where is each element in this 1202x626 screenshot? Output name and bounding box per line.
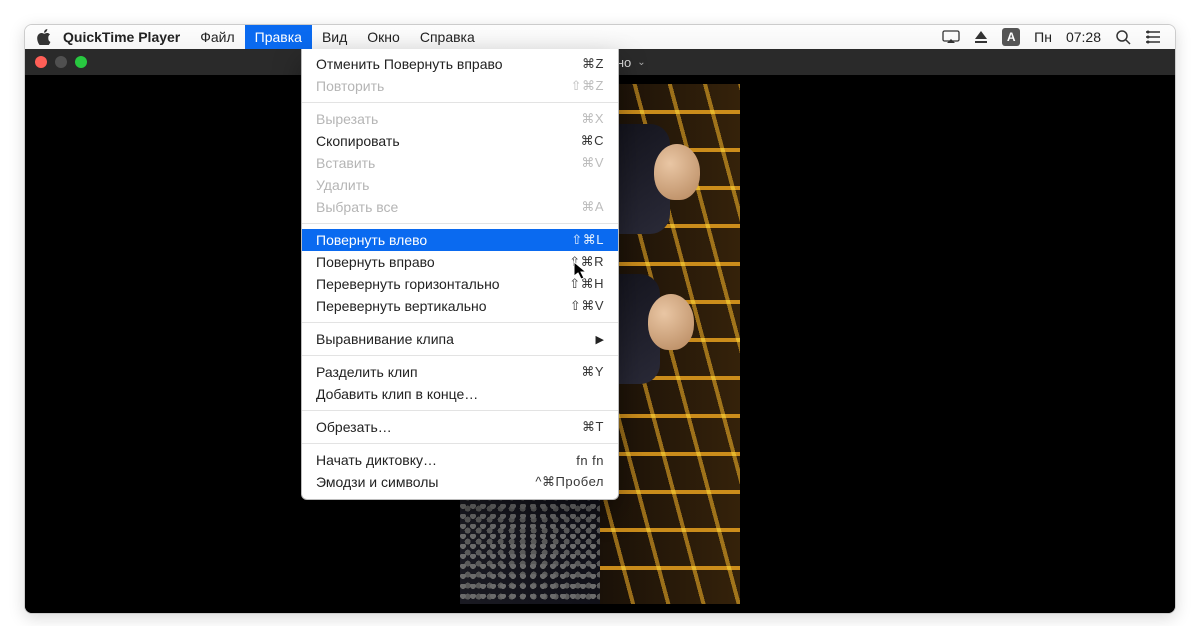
menu-item-label: Повернуть вправо xyxy=(316,254,544,270)
menu-separator xyxy=(302,443,618,444)
app-name[interactable]: QuickTime Player xyxy=(53,29,190,45)
eject-icon[interactable] xyxy=(974,30,988,44)
menu-item: Выбрать все⌘A xyxy=(302,196,618,218)
menu-item-label: Вставить xyxy=(316,155,544,171)
menu-item-label: Добавить клип в конце… xyxy=(316,386,544,402)
menu-item[interactable]: Повернуть влево⇧⌘L xyxy=(302,229,618,251)
menu-separator xyxy=(302,223,618,224)
menu-справка[interactable]: Справка xyxy=(410,25,485,49)
menu-item-shortcut: ⇧⌘L xyxy=(544,232,604,248)
notification-center-icon[interactable] xyxy=(1145,30,1161,44)
menu-item-label: Разделить клип xyxy=(316,364,544,380)
menubar-day[interactable]: Пн xyxy=(1034,29,1052,45)
airplay-icon[interactable] xyxy=(942,30,960,44)
menu-файл[interactable]: Файл xyxy=(190,25,244,49)
apple-menu-icon[interactable] xyxy=(35,29,53,45)
menu-item-shortcut: ⇧⌘V xyxy=(544,298,604,314)
menu-item-label: Начать диктовку… xyxy=(316,452,544,468)
input-source-indicator[interactable]: А xyxy=(1002,28,1020,46)
menu-item-shortcut: ⌘A xyxy=(544,199,604,215)
menu-item[interactable]: Скопировать⌘C xyxy=(302,130,618,152)
zoom-window-button[interactable] xyxy=(75,56,87,68)
close-window-button[interactable] xyxy=(35,56,47,68)
menu-правка[interactable]: Правка xyxy=(245,25,312,49)
menu-item-label: Перевернуть вертикально xyxy=(316,298,544,314)
menu-item[interactable]: Эмодзи и символы^⌘Пробел xyxy=(302,471,618,493)
menu-item-label: Отменить Повернуть вправо xyxy=(316,56,544,72)
menu-вид[interactable]: Вид xyxy=(312,25,357,49)
menu-item-shortcut: ⌘T xyxy=(544,419,604,435)
menu-item[interactable]: Повернуть вправо⇧⌘R xyxy=(302,251,618,273)
menu-item-label: Выбрать все xyxy=(316,199,544,215)
menubar-time[interactable]: 07:28 xyxy=(1066,29,1101,45)
menu-item-label: Вырезать xyxy=(316,111,544,127)
menu-окно[interactable]: Окно xyxy=(357,25,410,49)
menu-item-label: Обрезать… xyxy=(316,419,544,435)
menu-item-shortcut: ⌘Y xyxy=(544,364,604,380)
menu-item[interactable]: Отменить Повернуть вправо⌘Z xyxy=(302,53,618,75)
menu-item: Вырезать⌘X xyxy=(302,108,618,130)
menu-item-shortcut: ⌘V xyxy=(544,155,604,171)
submenu-arrow-icon: ▶ xyxy=(586,333,604,346)
menu-item[interactable]: Обрезать…⌘T xyxy=(302,416,618,438)
menu-item[interactable]: Разделить клип⌘Y xyxy=(302,361,618,383)
menu-item[interactable]: Перевернуть горизонтально⇧⌘H xyxy=(302,273,618,295)
menu-item-label: Эмодзи и символы xyxy=(316,474,535,490)
menu-item-shortcut: ⌘C xyxy=(544,133,604,149)
menu-item: Удалить xyxy=(302,174,618,196)
menu-item: Повторить⇧⌘Z xyxy=(302,75,618,97)
chevron-down-icon[interactable]: ⌄ xyxy=(637,57,645,68)
menu-separator xyxy=(302,355,618,356)
menu-item-label: Выравнивание клипа xyxy=(316,331,586,347)
menu-item-label: Удалить xyxy=(316,177,544,193)
menu-item[interactable]: Добавить клип в конце… xyxy=(302,383,618,405)
menu-item-shortcut: ^⌘Пробел xyxy=(535,474,604,490)
spotlight-icon[interactable] xyxy=(1115,29,1131,45)
menu-item-label: Повторить xyxy=(316,78,544,94)
menu-item[interactable]: Выравнивание клипа▶ xyxy=(302,328,618,350)
menu-item-shortcut: ⇧⌘Z xyxy=(544,78,604,94)
menu-item-label: Скопировать xyxy=(316,133,544,149)
menu-separator xyxy=(302,102,618,103)
menu-item-label: Повернуть влево xyxy=(316,232,544,248)
screenshot-frame: QuickTime Player ФайлПравкаВидОкноСправк… xyxy=(24,24,1176,614)
mouse-cursor-icon xyxy=(573,261,589,286)
menu-item-shortcut: ⌘X xyxy=(544,111,604,127)
menu-item-label: Перевернуть горизонтально xyxy=(316,276,544,292)
menu-item-shortcut: ⌘Z xyxy=(544,56,604,72)
menu-item[interactable]: Начать диктовку…fn fn xyxy=(302,449,618,471)
menu-item: Вставить⌘V xyxy=(302,152,618,174)
minimize-window-button[interactable] xyxy=(55,56,67,68)
menu-item-shortcut: fn fn xyxy=(544,453,604,468)
menu-item[interactable]: Перевернуть вертикально⇧⌘V xyxy=(302,295,618,317)
menu-separator xyxy=(302,410,618,411)
menu-separator xyxy=(302,322,618,323)
macos-menubar: QuickTime Player ФайлПравкаВидОкноСправк… xyxy=(25,25,1175,49)
edit-menu-dropdown: Отменить Повернуть вправо⌘ZПовторить⇧⌘ZВ… xyxy=(301,49,619,500)
